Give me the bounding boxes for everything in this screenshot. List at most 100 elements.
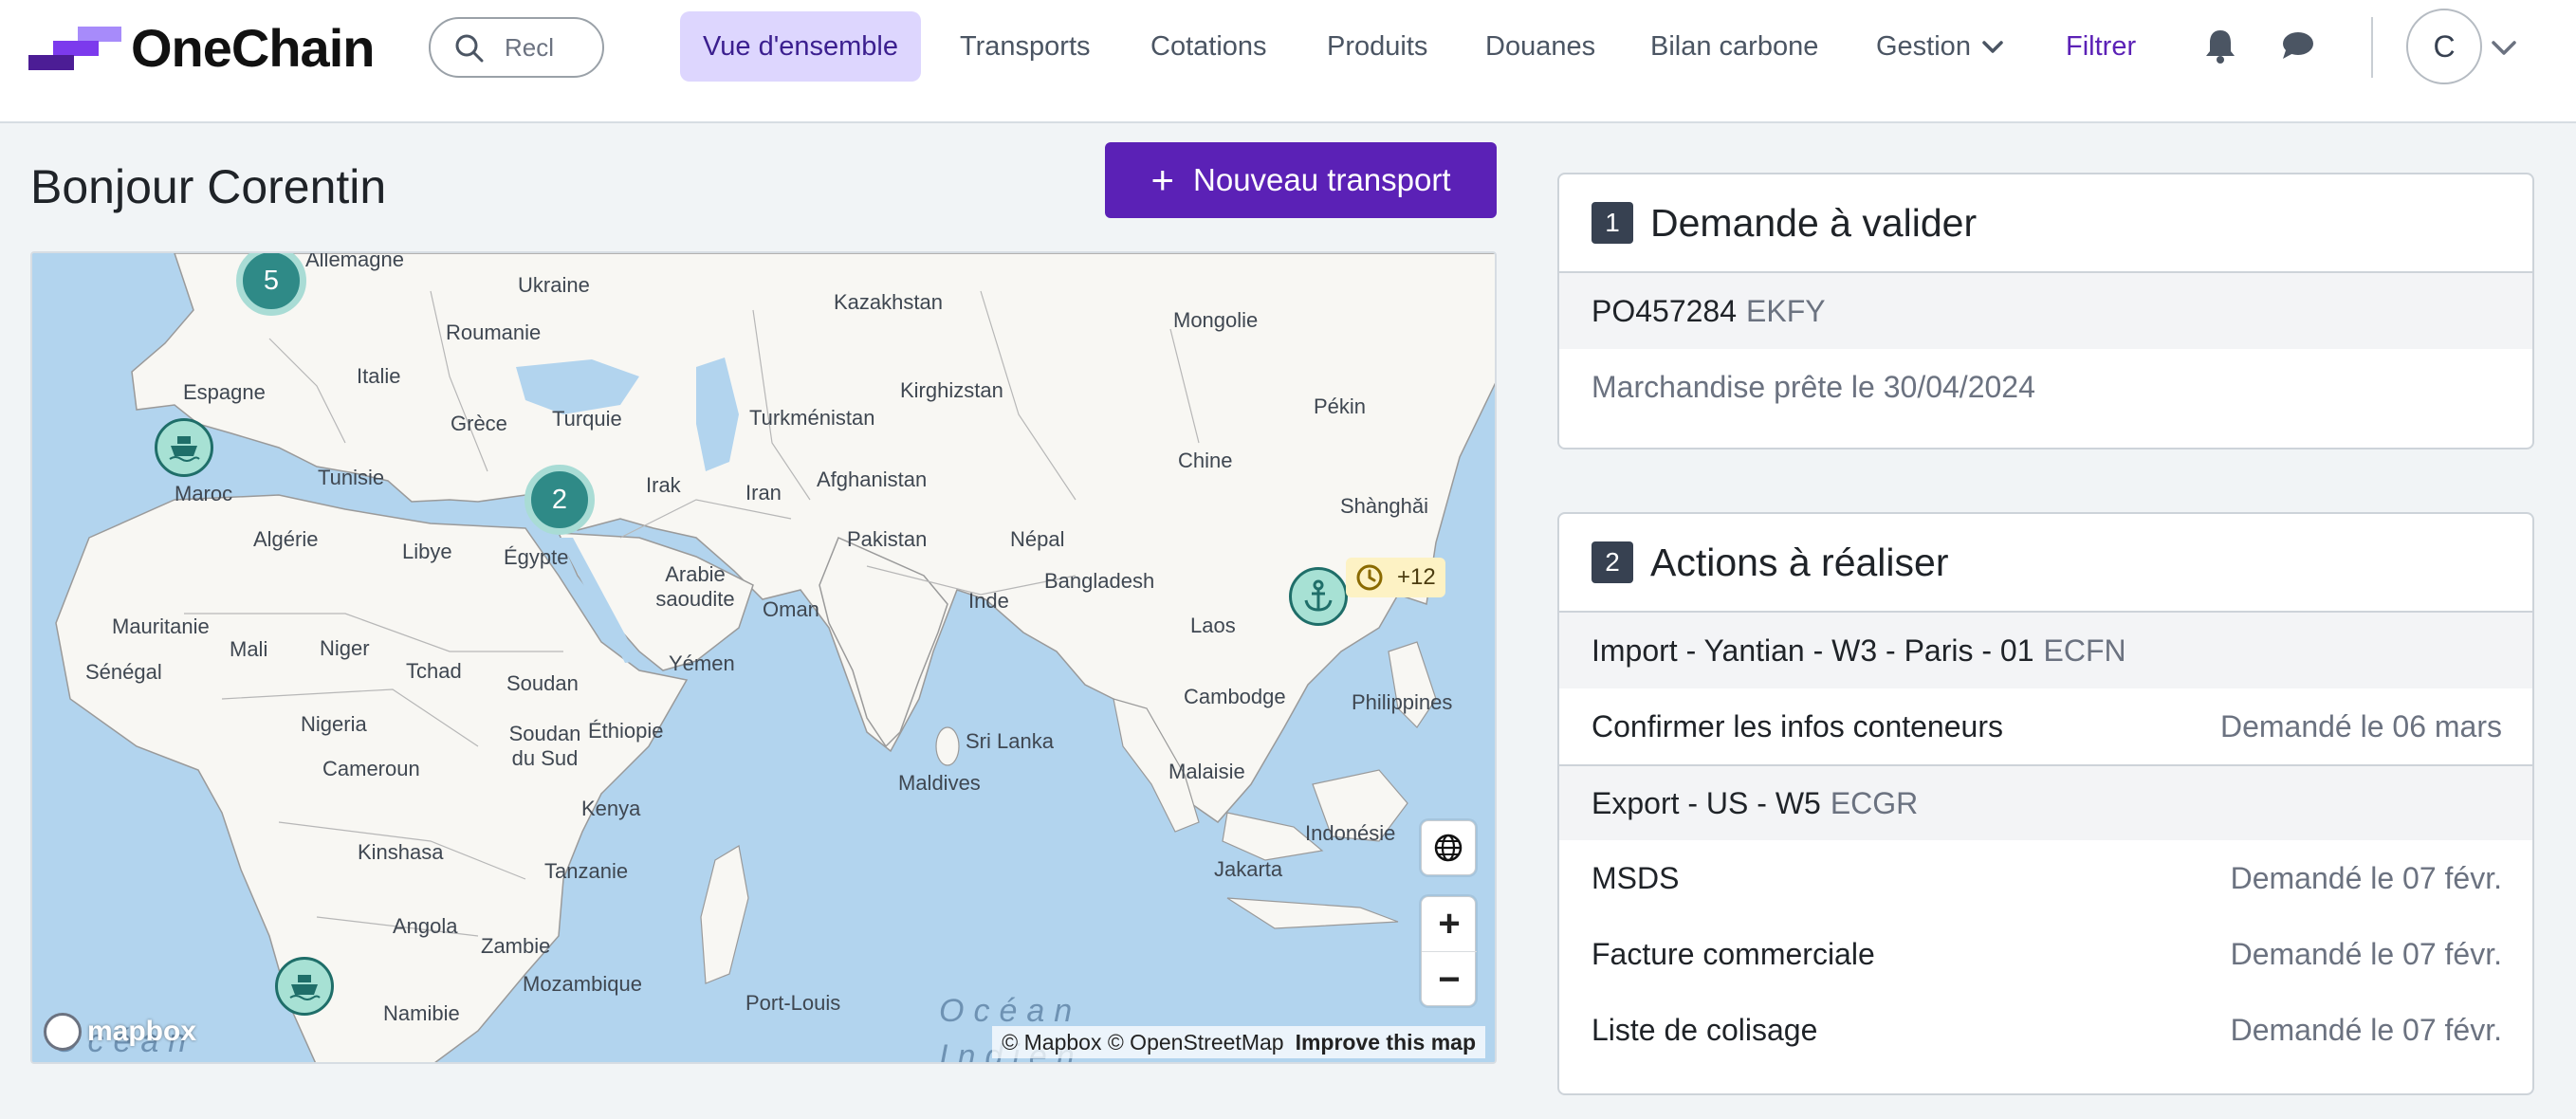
map-label: Nigeria	[301, 712, 367, 736]
search-input[interactable]	[505, 32, 590, 63]
map-label: Turquie	[552, 407, 622, 431]
map-label: Niger	[320, 636, 370, 660]
bell-icon[interactable]	[2201, 25, 2239, 66]
clock-icon	[1356, 564, 1383, 591]
anchor-icon	[1304, 579, 1333, 612]
count-badge: 2	[1592, 541, 1633, 583]
map-label: Afghanistan	[817, 468, 928, 491]
action-date: Demandé le 07 févr.	[2230, 936, 2502, 971]
nav-bilan-carbone[interactable]: Bilan carbone	[1628, 11, 1841, 82]
ship-marker[interactable]	[155, 418, 213, 477]
order-code: EKFY	[1746, 293, 1826, 328]
nav-vue-ensemble[interactable]: Vue d'ensemble	[680, 11, 921, 82]
filter-button[interactable]: Filtrer	[2043, 11, 2159, 82]
ocean-label: Océan	[939, 993, 1082, 1029]
map-label: Shànghǎi	[1340, 494, 1428, 518]
improve-map-link[interactable]: Improve this map	[1296, 1030, 1476, 1055]
new-transport-button[interactable]: + Nouveau transport	[1105, 142, 1497, 218]
map-label: Ukraine	[518, 273, 590, 297]
mapbox-mark-icon	[44, 1013, 82, 1051]
order-reference: PO457284	[1592, 293, 1738, 328]
transport-name: Import - Yantian - W3 - Paris - 01	[1592, 633, 2034, 668]
map-label: Grèce	[451, 412, 507, 435]
panel-header: 1 Demande à valider	[1559, 174, 2532, 273]
map-label: Soudan du Sud	[508, 722, 581, 770]
map-label: Mali	[230, 637, 268, 661]
user-menu-chevron-icon[interactable]	[2489, 32, 2519, 63]
map-label: Kinshasa	[358, 840, 444, 864]
panel-header: 2 Actions à réaliser	[1559, 514, 2532, 613]
mapbox-logo[interactable]: mapbox	[44, 1013, 196, 1051]
map-label: Oman	[763, 597, 819, 621]
nav-produits[interactable]: Produits	[1304, 11, 1450, 82]
app-logo[interactable]: OneChain	[28, 18, 375, 78]
map-label: Pékin	[1314, 394, 1367, 418]
map-label: Cameroun	[322, 757, 420, 780]
map-label: Philippines	[1352, 690, 1453, 714]
count-badge: 1	[1592, 202, 1633, 244]
zoom-out-button[interactable]: −	[1422, 952, 1477, 1007]
globe-toggle[interactable]	[1421, 820, 1476, 875]
action-label: MSDS	[1592, 860, 1680, 895]
delay-alert-badge[interactable]: +12	[1346, 558, 1445, 597]
nav-douanes[interactable]: Douanes	[1463, 11, 1618, 82]
map-label: Italie	[357, 364, 401, 388]
transport-code: ECGR	[1830, 785, 1919, 820]
map-label: Iran	[745, 481, 782, 504]
map-label: Libye	[402, 540, 452, 563]
nav-gestion[interactable]: Gestion	[1853, 11, 2028, 82]
chat-icon[interactable]	[2278, 25, 2316, 66]
goods-ready-date: Marchandise prête le 30/04/2024	[1592, 369, 2035, 404]
nav-transports[interactable]: Transports	[937, 11, 1113, 82]
user-avatar[interactable]: C	[2406, 9, 2482, 84]
map-label: Kazakhstan	[834, 290, 943, 314]
map-label: Yémen	[669, 651, 735, 675]
map-label: Indonésie	[1305, 821, 1396, 845]
transport-group-header[interactable]: Import - Yantian - W3 - Paris - 01 ECFN	[1559, 613, 2532, 688]
mapbox-logo-text: mapbox	[87, 1016, 197, 1047]
map-label: Égypte	[504, 545, 569, 569]
panel-title: Demande à valider	[1650, 200, 1978, 245]
map-label: Irak	[646, 473, 681, 497]
actions-panel: 2 Actions à réaliser Import - Yantian - …	[1557, 512, 2534, 1095]
map-label: Inde	[968, 589, 1009, 613]
map-label: Mozambique	[523, 972, 642, 996]
validation-item[interactable]: PO457284 EKFY	[1559, 273, 2532, 349]
action-item[interactable]: MSDS Demandé le 07 févr.	[1559, 840, 2532, 916]
shipment-map[interactable]: Allemagne Ukraine Kazakhstan Mongolie Ro…	[30, 251, 1497, 1064]
zoom-in-button[interactable]: +	[1422, 897, 1477, 952]
map-label: Malaisie	[1168, 760, 1245, 783]
port-marker[interactable]	[1289, 567, 1348, 626]
ship-icon	[169, 436, 200, 462]
action-item[interactable]: Liste de colisage Demandé le 07 févr.	[1559, 992, 2532, 1068]
header-divider	[2371, 17, 2373, 78]
action-date: Demandé le 07 févr.	[2230, 860, 2502, 895]
nav-gestion-label: Gestion	[1876, 30, 1971, 62]
top-navbar: OneChain Vue d'ensemble Transports Cotat…	[0, 0, 2576, 123]
map-label: Soudan	[506, 671, 579, 695]
attribution-text[interactable]: © Mapbox © OpenStreetMap	[1002, 1030, 1283, 1055]
nav-cotations[interactable]: Cotations	[1128, 11, 1290, 82]
map-label: Népal	[1010, 527, 1065, 551]
map-label: Kirghizstan	[900, 378, 1003, 402]
shipment-cluster[interactable]: 2	[524, 465, 595, 535]
action-item[interactable]: Confirmer les infos conteneurs Demandé l…	[1559, 688, 2532, 764]
search-box[interactable]	[429, 17, 604, 78]
plus-icon: +	[1150, 157, 1175, 202]
ship-marker[interactable]	[275, 957, 334, 1016]
search-icon	[455, 34, 484, 63]
map-label: Espagne	[183, 380, 266, 404]
action-item[interactable]: Facture commerciale Demandé le 07 févr.	[1559, 916, 2532, 992]
action-date: Demandé le 07 févr.	[2230, 1012, 2502, 1047]
map-label: Zambie	[481, 934, 551, 958]
map-label: Kenya	[581, 797, 641, 820]
map-label: Tunisie	[318, 466, 385, 489]
map-attribution: © Mapbox © OpenStreetMap Improve this ma…	[992, 1026, 1485, 1058]
transport-code: ECFN	[2043, 633, 2126, 668]
transport-name: Export - US - W5	[1592, 785, 1821, 820]
map-label: Allemagne	[305, 251, 404, 271]
map-label: Tchad	[406, 659, 462, 683]
transport-group-header[interactable]: Export - US - W5 ECGR	[1559, 764, 2532, 840]
zoom-control: + −	[1421, 896, 1477, 1007]
validation-item-detail[interactable]: Marchandise prête le 30/04/2024	[1559, 349, 2532, 425]
